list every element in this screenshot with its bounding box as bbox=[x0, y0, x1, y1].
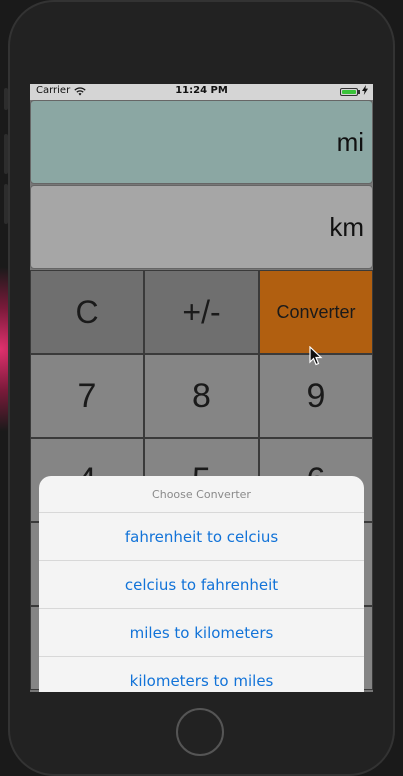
option-kilometers-to-miles[interactable]: kilometers to miles bbox=[39, 657, 364, 692]
battery-icon bbox=[340, 88, 358, 96]
kilometers-unit-label: km bbox=[329, 211, 364, 242]
converter-button[interactable]: Converter bbox=[259, 270, 373, 354]
mouse-cursor-icon bbox=[309, 345, 323, 370]
home-button[interactable] bbox=[176, 708, 224, 756]
status-time: 11:24 PM bbox=[175, 85, 228, 96]
app-screen: Carrier 11:24 PM mi km C +/- Converter 7… bbox=[30, 84, 373, 692]
option-miles-to-kilometers[interactable]: miles to kilometers bbox=[39, 609, 364, 657]
sheet-title: Choose Converter bbox=[39, 476, 364, 513]
option-fahrenheit-to-celcius[interactable]: fahrenheit to celcius bbox=[39, 513, 364, 561]
option-celcius-to-fahrenheit[interactable]: celcius to fahrenheit bbox=[39, 561, 364, 609]
battery-cap bbox=[358, 90, 360, 94]
miles-unit-label: mi bbox=[336, 126, 364, 157]
bolt-icon bbox=[362, 85, 368, 98]
digit-8-button[interactable]: 8 bbox=[144, 354, 259, 438]
miles-display: mi bbox=[30, 100, 373, 184]
status-bar: Carrier 11:24 PM bbox=[30, 84, 373, 100]
choose-converter-sheet: Choose Converter fahrenheit to celcius c… bbox=[39, 476, 364, 692]
kilometers-display: km bbox=[30, 185, 373, 269]
sign-toggle-button[interactable]: +/- bbox=[144, 270, 259, 354]
digit-7-button[interactable]: 7 bbox=[30, 354, 144, 438]
clear-button[interactable]: C bbox=[30, 270, 144, 354]
